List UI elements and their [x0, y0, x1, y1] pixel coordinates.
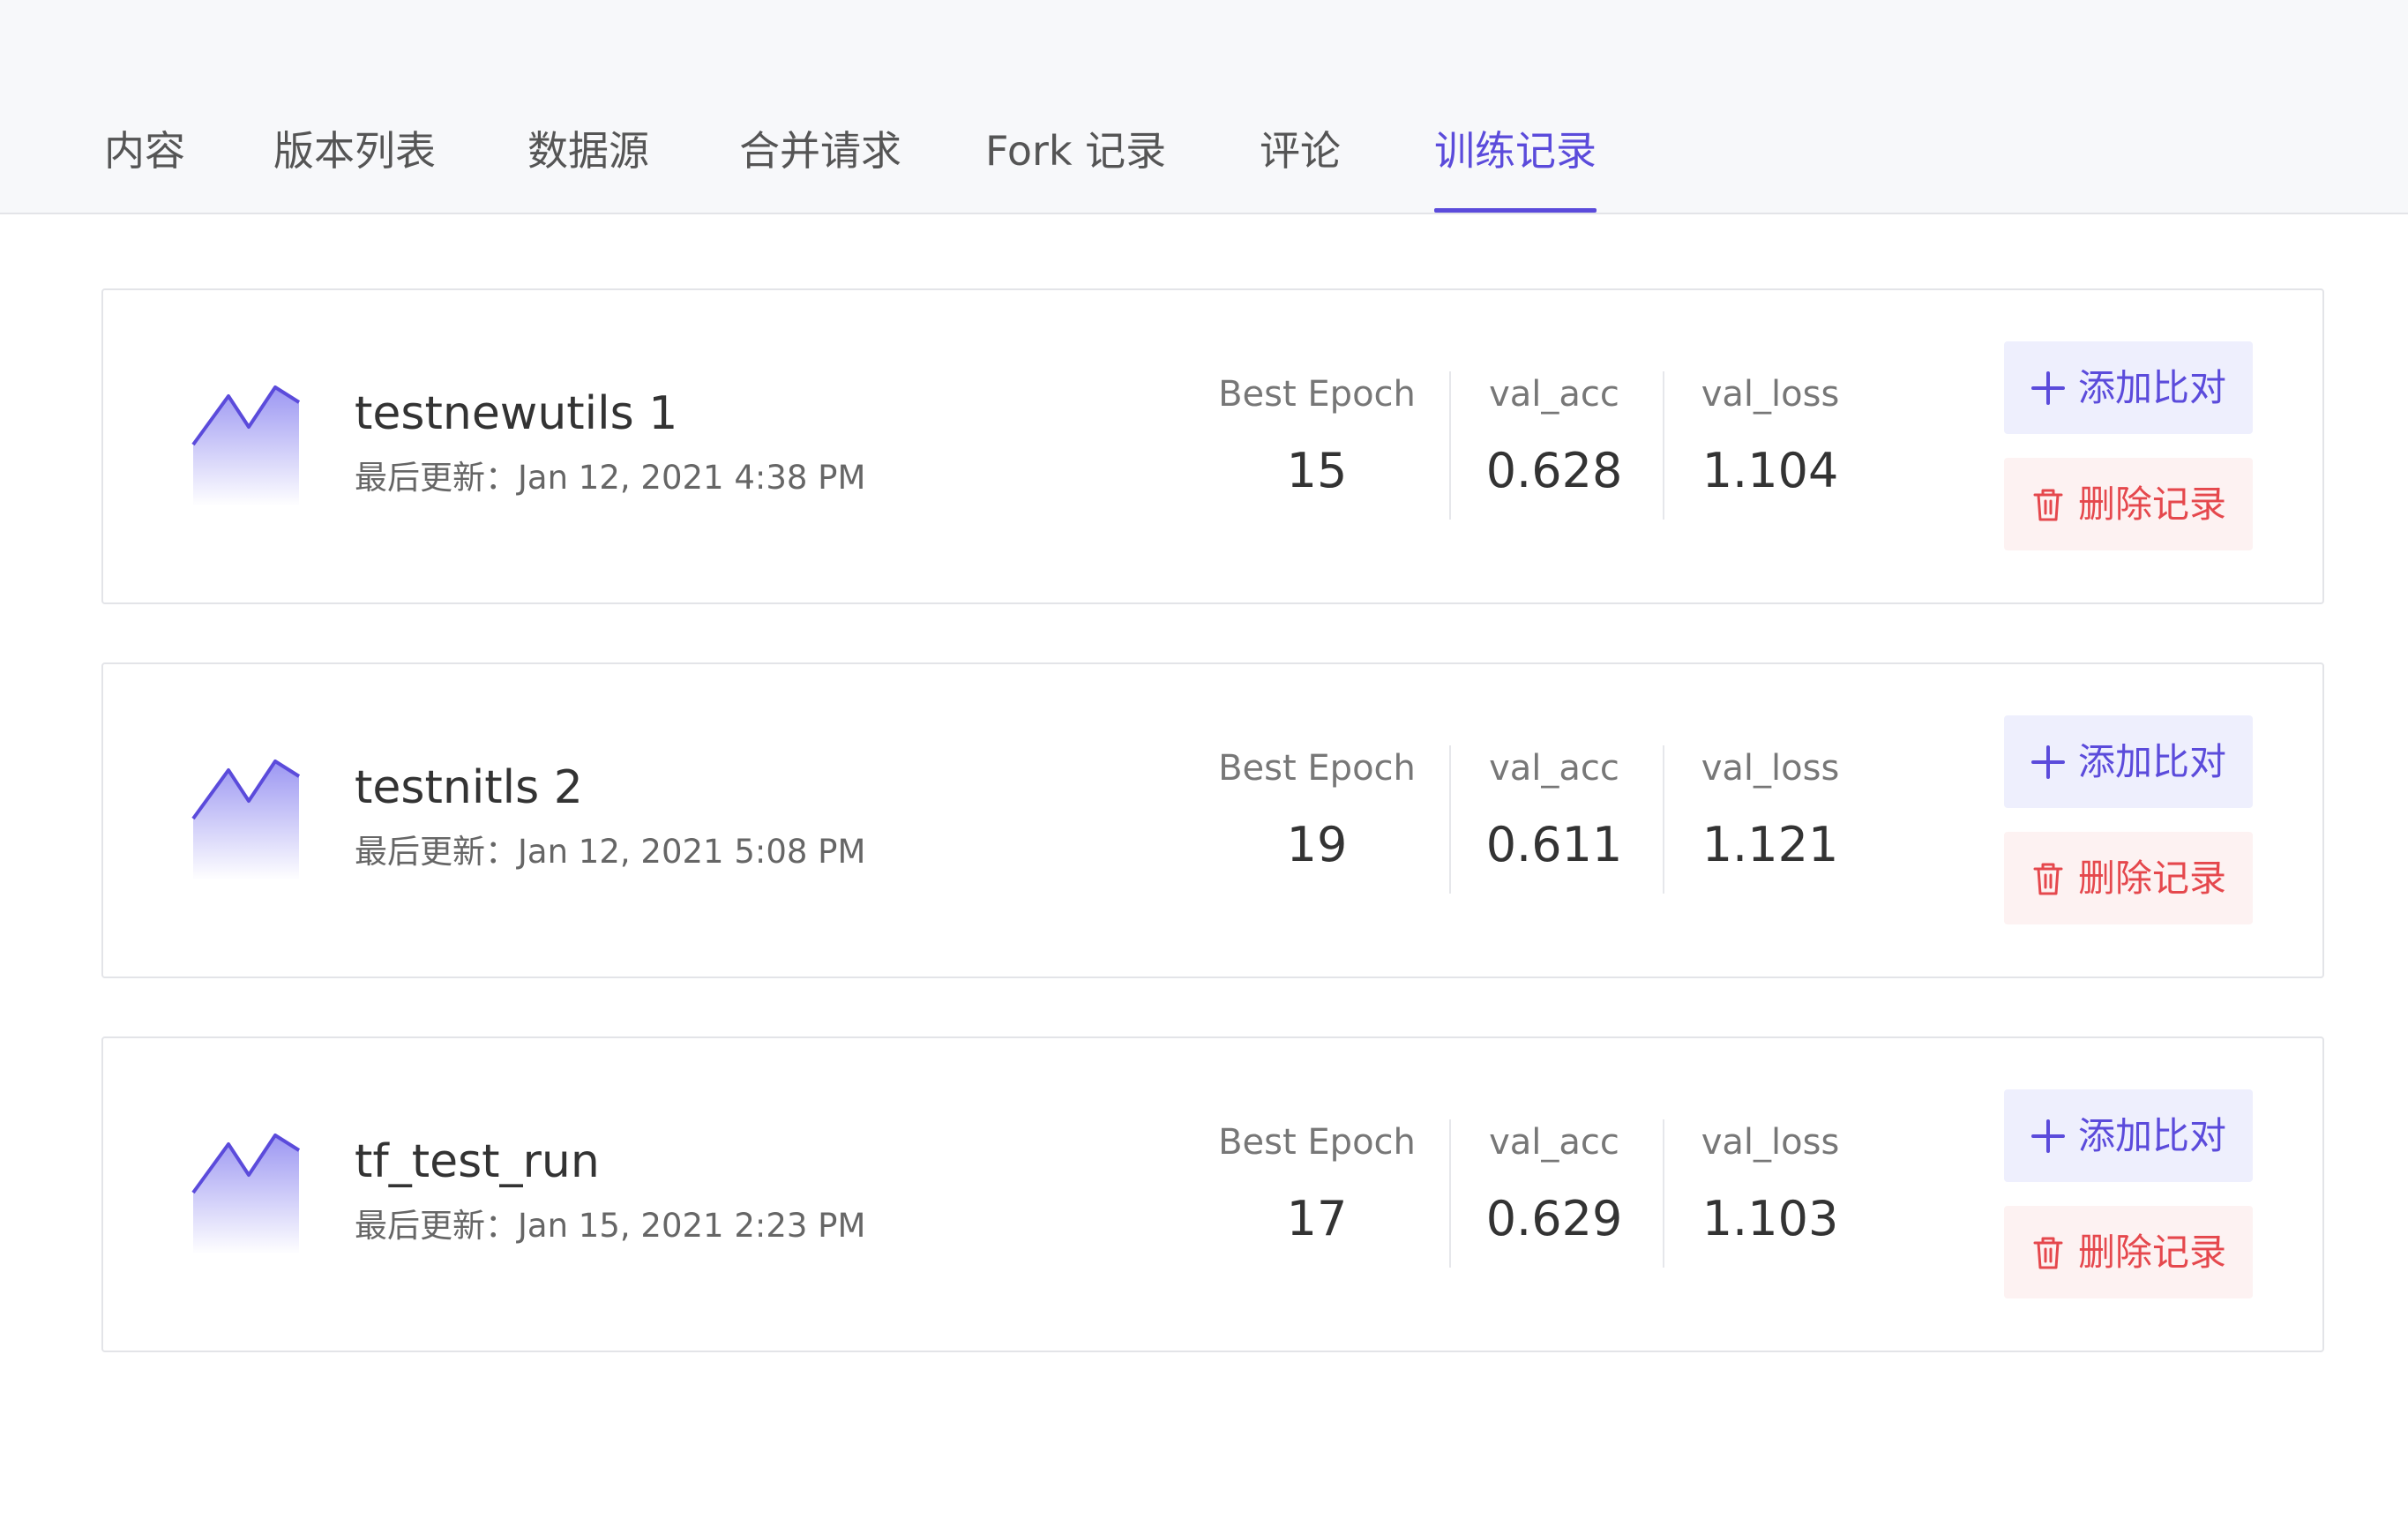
- tab-fork-records[interactable]: Fork 记录: [985, 120, 1166, 213]
- area-chart-icon: [191, 1134, 301, 1254]
- metric-value: 15: [1286, 443, 1348, 498]
- run-name[interactable]: testnewutils 1: [355, 383, 677, 445]
- add-compare-button[interactable]: 添加比对: [2004, 341, 2253, 434]
- delete-record-button[interactable]: 删除记录: [2004, 1206, 2253, 1298]
- plus-icon: [2030, 745, 2065, 779]
- run-updated: 最后更新：Jan 12, 2021 5:08 PM: [355, 833, 866, 871]
- metric-label: Best Epoch: [1218, 1122, 1416, 1163]
- run-updated: 最后更新：Jan 12, 2021 4:38 PM: [355, 459, 866, 497]
- delete-record-label: 删除记录: [2077, 483, 2226, 526]
- metric-label: Best Epoch: [1218, 748, 1416, 789]
- metric-val-acc: val_acc 0.611: [1448, 742, 1660, 892]
- run-name[interactable]: testnitls 2: [355, 757, 583, 819]
- plus-icon: [2030, 1119, 2065, 1153]
- tab-bar: 内容 版本列表 数据源 合并请求 Fork 记录 评论 训练记录: [0, 0, 2408, 214]
- add-compare-button[interactable]: 添加比对: [2004, 1089, 2253, 1182]
- run-card: tf_test_run 最后更新：Jan 15, 2021 2:23 PM Be…: [101, 1036, 2324, 1352]
- metric-best-epoch: Best Epoch 17: [1211, 1116, 1423, 1266]
- plus-icon: [2030, 370, 2065, 405]
- tab-versions[interactable]: 版本列表: [273, 120, 436, 213]
- tab-merge-requests[interactable]: 合并请求: [739, 120, 901, 213]
- metric-value: 1.103: [1701, 1191, 1839, 1246]
- metric-best-epoch: Best Epoch 15: [1211, 368, 1423, 518]
- metric-value: 1.121: [1701, 817, 1839, 872]
- add-compare-label: 添加比对: [2077, 366, 2226, 409]
- metric-label: val_acc: [1489, 374, 1619, 415]
- metric-best-epoch: Best Epoch 19: [1211, 742, 1423, 892]
- tab-comments[interactable]: 评论: [1260, 120, 1341, 213]
- add-compare-button[interactable]: 添加比对: [2004, 715, 2253, 808]
- metric-value: 0.629: [1485, 1191, 1623, 1246]
- run-card: testnewutils 1 最后更新：Jan 12, 2021 4:38 PM…: [101, 288, 2324, 604]
- tab-content[interactable]: 内容: [104, 120, 185, 213]
- area-chart-icon: [191, 760, 301, 880]
- tab-training-records[interactable]: 训练记录: [1434, 120, 1597, 213]
- metric-value: 0.628: [1485, 443, 1623, 498]
- delete-record-label: 删除记录: [2077, 1231, 2226, 1274]
- metric-val-loss: val_loss 1.103: [1664, 1116, 1876, 1266]
- metric-value: 17: [1286, 1191, 1348, 1246]
- metric-label: val_loss: [1701, 748, 1840, 789]
- metric-val-acc: val_acc 0.628: [1448, 368, 1660, 518]
- metric-value: 1.104: [1701, 443, 1839, 498]
- metric-label: Best Epoch: [1218, 374, 1416, 415]
- metric-val-loss: val_loss 1.104: [1664, 368, 1876, 518]
- metric-label: val_acc: [1489, 748, 1619, 789]
- run-updated: 最后更新：Jan 15, 2021 2:23 PM: [355, 1207, 866, 1245]
- add-compare-label: 添加比对: [2077, 1114, 2226, 1157]
- metric-label: val_loss: [1701, 374, 1840, 415]
- delete-record-button[interactable]: 删除记录: [2004, 458, 2253, 550]
- add-compare-label: 添加比对: [2077, 740, 2226, 783]
- metric-val-acc: val_acc 0.629: [1448, 1116, 1660, 1266]
- metric-label: val_loss: [1701, 1122, 1840, 1163]
- trash-icon: [2033, 863, 2063, 894]
- trash-icon: [2033, 1237, 2063, 1268]
- tab-datasources[interactable]: 数据源: [527, 120, 649, 213]
- trash-icon: [2033, 489, 2063, 520]
- metric-label: val_acc: [1489, 1122, 1619, 1163]
- metric-val-loss: val_loss 1.121: [1664, 742, 1876, 892]
- area-chart-icon: [191, 385, 301, 506]
- delete-record-button[interactable]: 删除记录: [2004, 832, 2253, 924]
- run-name[interactable]: tf_test_run: [355, 1131, 600, 1193]
- metric-value: 0.611: [1485, 817, 1623, 872]
- run-card: testnitls 2 最后更新：Jan 12, 2021 5:08 PM Be…: [101, 662, 2324, 978]
- metric-value: 19: [1286, 817, 1348, 872]
- delete-record-label: 删除记录: [2077, 857, 2226, 900]
